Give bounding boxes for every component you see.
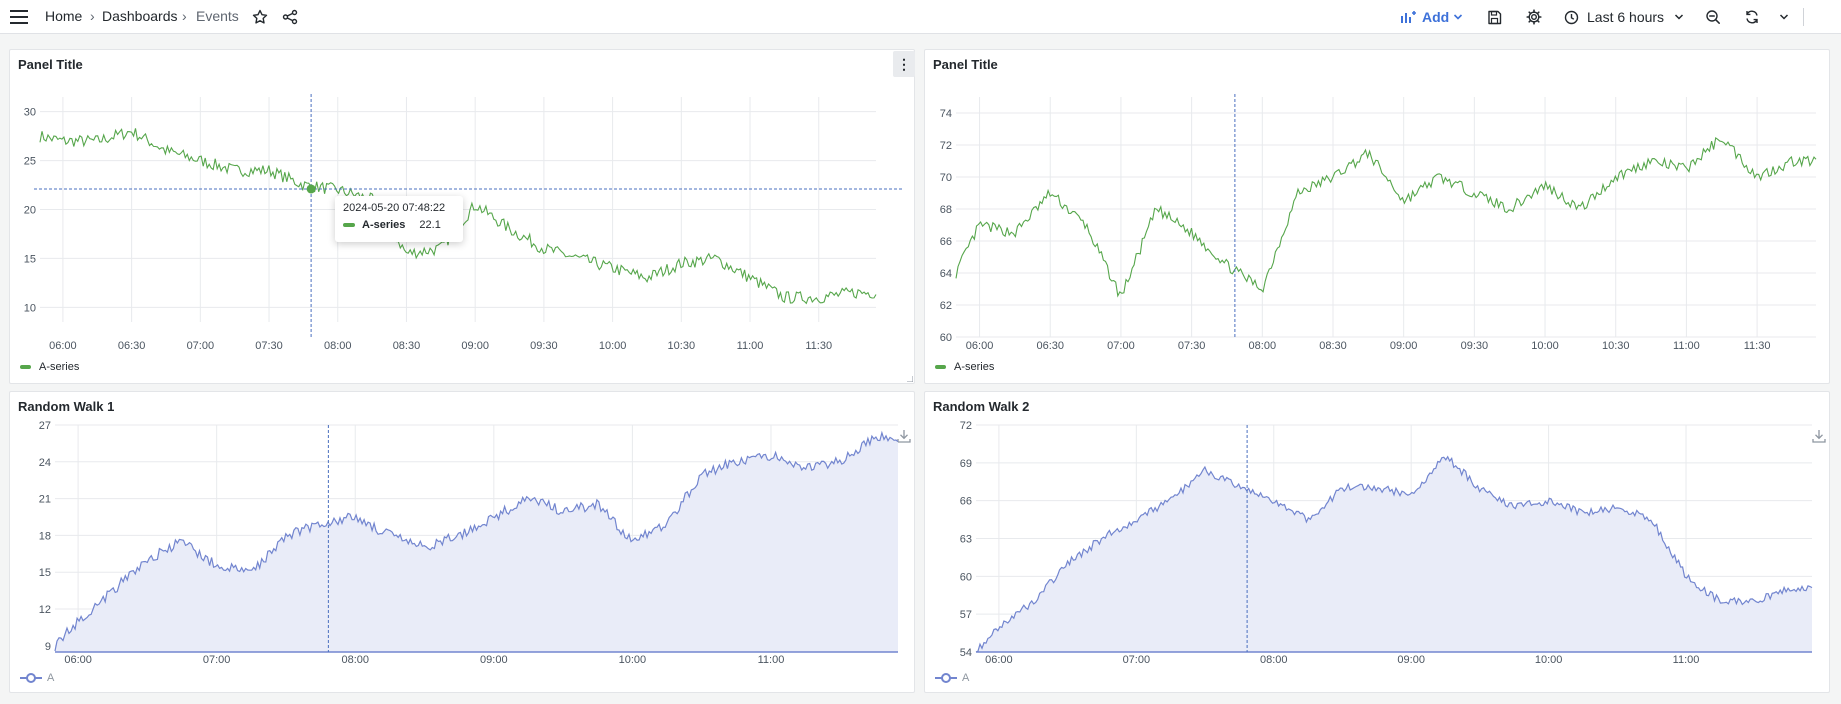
kebab-menu-icon: ⋮: [897, 55, 911, 72]
tooltip-value: 22.1: [419, 219, 441, 231]
legend-label: A: [962, 672, 970, 684]
add-button[interactable]: Add: [1400, 7, 1463, 27]
breadcrumb-home[interactable]: Home: [45, 8, 82, 24]
resize-handle[interactable]: [907, 376, 913, 382]
legend[interactable]: A-series: [20, 361, 79, 373]
time-range-picker[interactable]: Last 6 hours: [1564, 7, 1684, 27]
chart-add-icon: [1401, 11, 1416, 23]
legend-label: A-series: [39, 361, 80, 373]
legend-swatch: [935, 673, 957, 683]
panel-title[interactable]: Panel Title: [18, 57, 83, 72]
panel-3: Random Walk 1 A: [9, 391, 915, 693]
legend-swatch: [20, 673, 42, 683]
legend-swatch: [20, 365, 31, 369]
clock-icon: [1564, 10, 1579, 24]
chevron-down-icon[interactable]: [1774, 7, 1794, 27]
top-navbar: Home › Dashboards › Events Add Last 6 ho…: [0, 0, 1841, 34]
hamburger-icon[interactable]: [8, 6, 30, 28]
share-icon[interactable]: [280, 7, 300, 27]
zoom-out-icon[interactable]: [1703, 7, 1723, 27]
refresh-icon[interactable]: [1742, 7, 1762, 27]
legend-label: A-series: [954, 361, 995, 373]
breadcrumb-separator: ›: [182, 8, 187, 24]
legend[interactable]: A: [20, 672, 54, 684]
panel-2: Panel Title A-series: [924, 49, 1830, 384]
legend-label: A: [47, 672, 55, 684]
gear-icon[interactable]: [1524, 7, 1544, 27]
download-icon[interactable]: [1812, 429, 1826, 448]
download-icon[interactable]: [897, 429, 911, 448]
panel-title[interactable]: Panel Title: [933, 57, 998, 72]
tooltip-row: A-series 22.1: [343, 219, 441, 231]
hover-tooltip: 2024-05-20 07:48:22 A-series 22.1: [335, 196, 463, 242]
toolbar-divider: [1803, 8, 1804, 26]
tooltip-time: 2024-05-20 07:48:22: [343, 202, 446, 214]
panel-title[interactable]: Random Walk 2: [933, 399, 1029, 414]
chevron-down-icon: [1454, 14, 1463, 20]
breadcrumb-separator: ›: [90, 8, 95, 24]
chevron-down-icon: [1675, 14, 1684, 20]
tooltip-swatch: [343, 223, 355, 227]
legend[interactable]: A: [935, 672, 969, 684]
add-button-label: Add: [1422, 9, 1450, 25]
legend-swatch: [935, 365, 946, 369]
save-icon[interactable]: [1484, 7, 1504, 27]
star-icon[interactable]: [250, 7, 270, 27]
breadcrumb-dashboards[interactable]: Dashboards: [102, 8, 178, 24]
time-range-label: Last 6 hours: [1587, 9, 1665, 25]
panel-4: Random Walk 2 A: [924, 391, 1830, 693]
panel-menu-button[interactable]: ⋮: [893, 51, 915, 77]
panel-title[interactable]: Random Walk 1: [18, 399, 114, 414]
legend[interactable]: A-series: [935, 361, 994, 373]
breadcrumb-current: Events: [196, 8, 239, 24]
tooltip-series: A-series: [362, 219, 406, 231]
